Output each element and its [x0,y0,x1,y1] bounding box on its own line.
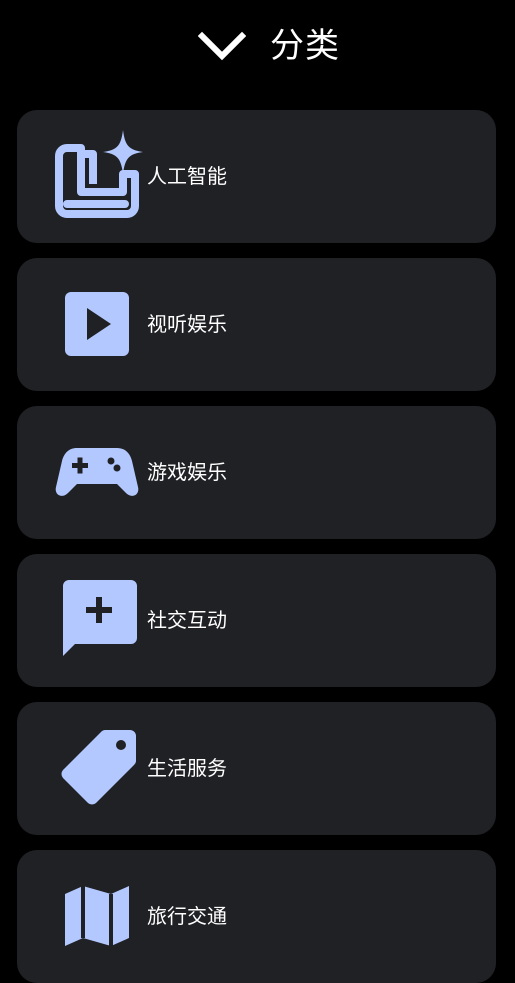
category-card-travel[interactable]: 旅行交通 [17,850,496,983]
collapse-button[interactable] [197,30,247,64]
tag-icon [49,720,145,816]
category-label: 旅行交通 [147,904,227,928]
play-icon [49,276,145,372]
chevron-down-icon [197,31,247,61]
category-label: 社交互动 [147,608,227,632]
category-card-games[interactable]: 游戏娱乐 [17,406,496,539]
category-card-video[interactable]: 视听娱乐 [17,258,496,391]
ai-sparkle-icon [49,128,145,224]
category-label: 视听娱乐 [147,312,227,336]
category-label: 人工智能 [147,164,227,188]
category-card-life[interactable]: 生活服务 [17,702,496,835]
chat-add-icon [49,572,145,668]
gamepad-icon [49,424,145,520]
map-icon [49,868,145,964]
category-label: 游戏娱乐 [147,460,227,484]
category-card-ai[interactable]: 人工智能 [17,110,496,243]
category-card-social[interactable]: 社交互动 [17,554,496,687]
category-label: 生活服务 [147,756,227,780]
page-title: 分类 [270,26,340,66]
header: 分类 [0,0,515,92]
